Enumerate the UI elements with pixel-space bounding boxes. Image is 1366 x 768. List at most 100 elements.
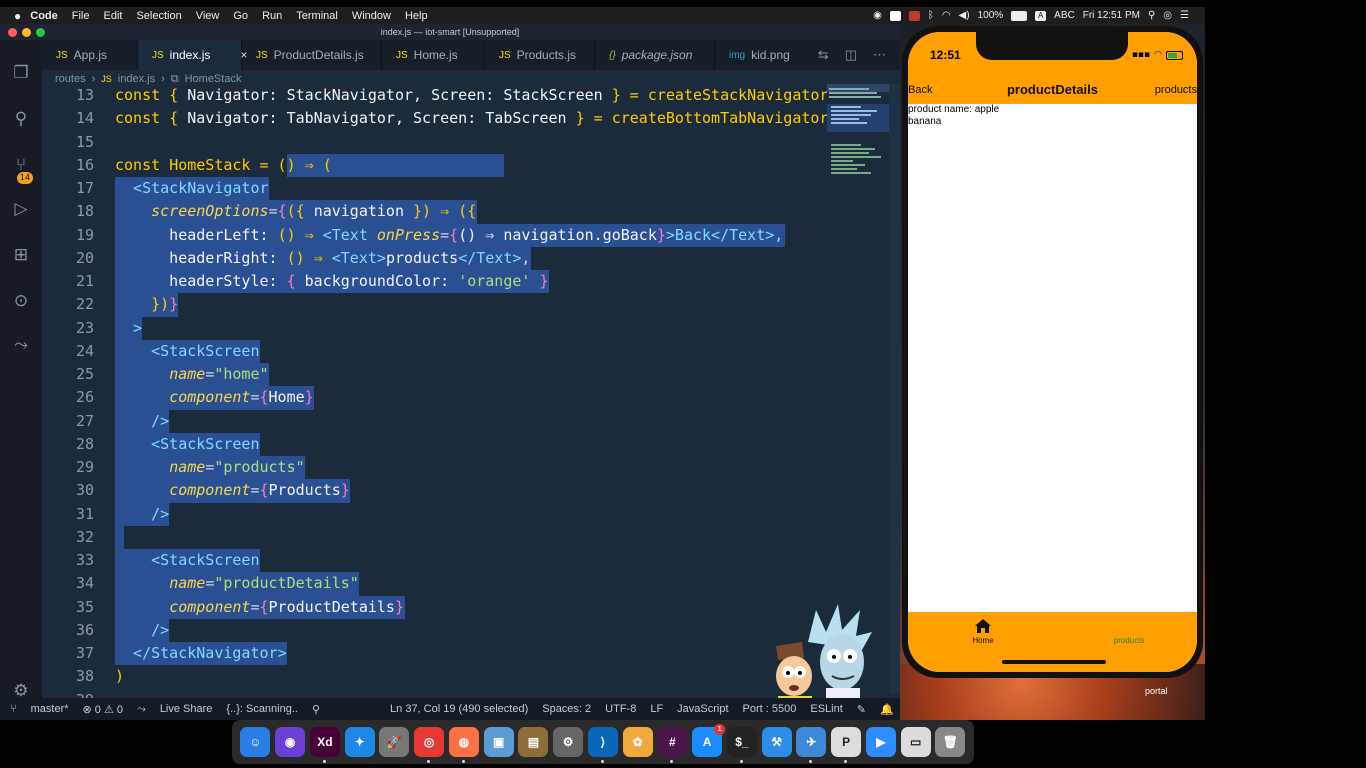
volume-icon[interactable]: ◀) — [959, 10, 970, 21]
header-right-products[interactable]: products — [1155, 84, 1197, 96]
tab-kid-png[interactable]: img kid.png — [715, 40, 803, 70]
desktop-folder-portal[interactable]: portal — [1145, 686, 1168, 696]
tab-app-js[interactable]: JS App.js — [42, 40, 138, 70]
language-mode[interactable]: JavaScript — [677, 703, 728, 715]
menu-selection[interactable]: Selection — [136, 10, 181, 22]
apple-menu-icon[interactable]: ● — [14, 9, 21, 23]
spotlight-icon[interactable]: ⚲ — [1148, 10, 1155, 21]
dock-photos-icon[interactable]: ✿ — [622, 727, 653, 757]
window-title-bar: index.js — iot-smart [Unsupported] — [0, 24, 900, 40]
notification-center-icon[interactable]: ☰ — [1180, 10, 1189, 21]
tab-home-js[interactable]: JS Home.js — [382, 40, 485, 70]
dock-preview-icon[interactable]: ▣ — [483, 727, 514, 757]
split-editor-icon[interactable]: ◫ — [845, 47, 857, 63]
menu-terminal[interactable]: Terminal — [296, 10, 338, 22]
code-line: const { Navigator: TabNavigator, Screen:… — [115, 109, 827, 128]
dock-system-preferences-icon[interactable]: ⚙ — [553, 727, 584, 757]
mac-menu-bar: ● Code File Edit Selection View Go Run T… — [0, 7, 1205, 24]
dock-finder-icon[interactable]: ☺ — [240, 727, 271, 757]
tab-index-js[interactable]: JS index.js × — [138, 40, 247, 70]
editor-actions: ⇆ ◫ ⋯ — [818, 40, 900, 70]
dock-simulator-icon[interactable]: ✈ — [796, 727, 827, 763]
problems-indicator[interactable]: ⊗ 0 ⚠ 0 — [83, 703, 123, 716]
dock-vs-code-icon[interactable]: ⟩ — [587, 727, 618, 763]
menu-clock[interactable]: Fri 12:51 PM — [1083, 10, 1140, 21]
encoding[interactable]: UTF-8 — [605, 703, 636, 715]
close-window-button[interactable] — [8, 28, 17, 37]
dock-postman-icon[interactable]: P — [831, 727, 862, 763]
code-line: /> — [115, 411, 170, 430]
input-source-icon[interactable]: A — [1035, 10, 1047, 21]
tab-label: kid.png — [751, 48, 790, 62]
dock-trash-icon[interactable]: 🗑 — [935, 727, 966, 757]
home-icon — [975, 619, 991, 633]
live-share-button[interactable]: Live Share — [160, 703, 213, 715]
code-line: <StackScreen — [115, 434, 260, 453]
dock-terminal-icon[interactable]: $_ — [726, 727, 757, 763]
menu-run[interactable]: Run — [262, 10, 282, 22]
run-debug-icon[interactable]: ▷ — [10, 198, 32, 220]
dock-downloads-icon[interactable]: ▭ — [900, 727, 931, 757]
dock-app-store-icon[interactable]: A1 — [692, 724, 726, 757]
gitlens-icon[interactable]: ⊙ — [10, 290, 32, 312]
notifications-icon[interactable]: 🔔 — [880, 703, 894, 716]
menu-app-name[interactable]: Code — [30, 10, 58, 22]
git-branch[interactable]: master* — [31, 703, 69, 715]
dock-glyph: Xd — [317, 735, 333, 749]
dock-siri-icon[interactable]: ◉ — [275, 727, 306, 757]
feedback-icon[interactable]: ✎ — [857, 703, 866, 716]
menu-go[interactable]: Go — [233, 10, 248, 22]
dock-launchpad-icon[interactable]: 🚀 — [379, 727, 410, 757]
menu-edit[interactable]: Edit — [103, 10, 122, 22]
live-server-port[interactable]: Port : 5500 — [743, 703, 797, 715]
menu-help[interactable]: Help — [405, 10, 428, 22]
tab-package-json[interactable]: {} package.json — [595, 40, 715, 70]
red-menu-icon[interactable] — [908, 10, 920, 21]
compare-icon[interactable]: ⇆ — [818, 47, 829, 63]
explorer-icon[interactable]: ❐ — [10, 62, 32, 84]
bluetooth-icon[interactable]: ᛒ — [928, 10, 934, 21]
dock-notes-icon[interactable]: ▤ — [518, 727, 549, 757]
input-source-label[interactable]: ABC — [1054, 10, 1075, 21]
line-number: 22 — [75, 295, 94, 314]
cursor-position[interactable]: Ln 37, Col 19 (490 selected) — [390, 703, 528, 715]
postman-menu-icon[interactable] — [889, 10, 901, 21]
line-number: 32 — [75, 527, 94, 546]
minimap[interactable] — [827, 84, 889, 374]
tab-home[interactable]: Home — [948, 618, 1018, 645]
battery-text[interactable]: 100% — [978, 10, 1004, 21]
dock-firefox-icon[interactable]: ◍ — [448, 727, 479, 763]
scanning-status: {..}: Scanning.. — [226, 703, 298, 715]
code-editor[interactable]: const { Navigator: StackNavigator, Scree… — [115, 84, 827, 694]
more-actions-icon[interactable]: ⋯ — [873, 47, 886, 63]
eslint-status[interactable]: ESLint — [810, 703, 842, 715]
editor-scrollbar[interactable] — [889, 84, 900, 694]
menu-file[interactable]: File — [72, 10, 90, 22]
battery-icon[interactable] — [1011, 10, 1028, 21]
tab-productdetails-js[interactable]: JS ProductDetails.js — [242, 40, 382, 70]
menu-window[interactable]: Window — [352, 10, 391, 22]
search-icon[interactable]: ⚲ — [10, 108, 32, 130]
end-of-line[interactable]: LF — [650, 703, 663, 715]
dock-xcode-icon[interactable]: ⚒ — [761, 727, 792, 757]
user-icon[interactable]: ◎ — [1163, 10, 1172, 21]
screen-record-icon[interactable]: ◉ — [873, 10, 882, 21]
dock-adobe-xd-icon[interactable]: Xd — [309, 727, 340, 763]
wifi-icon[interactable]: ◠ — [942, 10, 951, 21]
home-indicator — [1002, 660, 1106, 664]
code-line: ) — [115, 667, 125, 686]
dock-safari-icon[interactable]: ✦ — [344, 727, 375, 757]
line-number: 16 — [75, 155, 94, 174]
dock-zoom-icon[interactable]: ▶ — [865, 727, 896, 757]
zoom-window-button[interactable] — [36, 28, 45, 37]
tab-products[interactable]: products — [1094, 636, 1164, 645]
dock-slack-icon[interactable]: # — [657, 727, 688, 763]
live-share-icon[interactable]: ⤳ — [10, 334, 32, 356]
menu-view[interactable]: View — [196, 10, 220, 22]
tab-products-js[interactable]: JS Products.js — [485, 40, 595, 70]
minimize-window-button[interactable] — [22, 28, 31, 37]
dock-chrome-icon[interactable]: ◎ — [414, 727, 445, 763]
pin-icon[interactable]: ⚲ — [312, 703, 320, 716]
extensions-icon[interactable]: ⊞ — [10, 244, 32, 266]
indentation[interactable]: Spaces: 2 — [542, 703, 591, 715]
